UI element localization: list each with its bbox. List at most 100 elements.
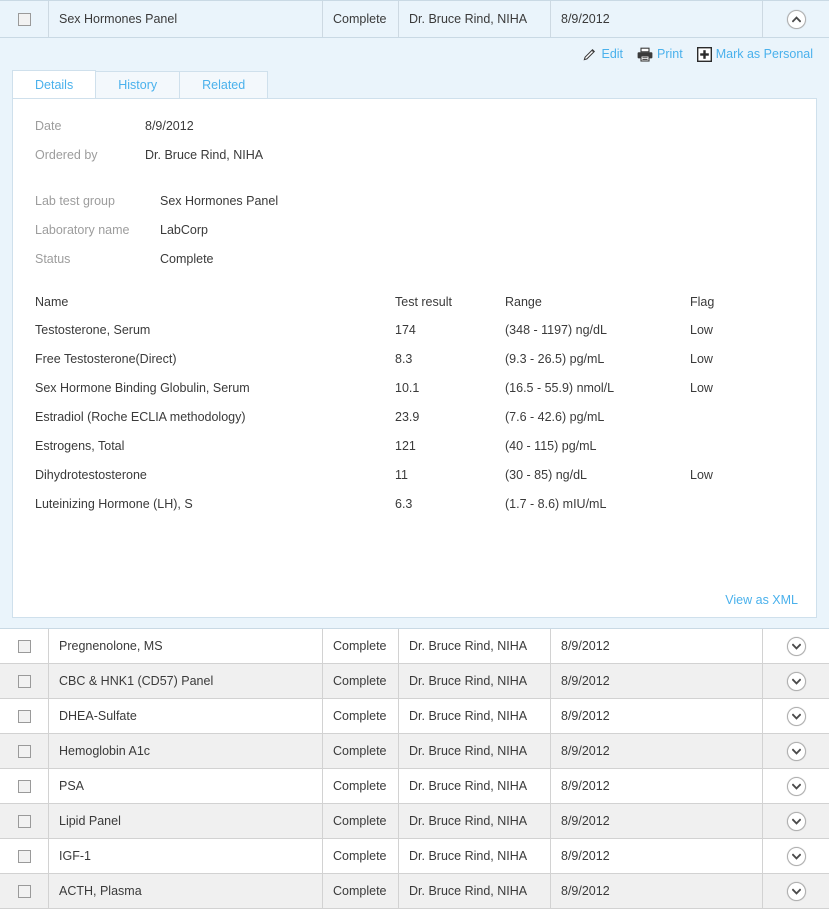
chevron-down-icon[interactable] <box>786 636 806 656</box>
table-row[interactable]: Lipid Panel Complete Dr. Bruce Rind, NIH… <box>0 804 829 839</box>
tab-history[interactable]: History <box>95 71 181 98</box>
row-checkbox-cell <box>0 874 48 908</box>
field-date-label: Date <box>35 119 62 133</box>
row-name: DHEA-Sulfate <box>48 699 322 733</box>
row-checkbox[interactable] <box>17 674 31 688</box>
lab-detail-area: Edit Print Mark as Personal Details Hist… <box>0 38 829 629</box>
field-status-value: Complete <box>160 252 214 266</box>
field-lab-test-group: Lab test group Sex Hormones Panel <box>35 194 798 223</box>
row-checkbox[interactable] <box>17 744 31 758</box>
row-doctor: Dr. Bruce Rind, NIHA <box>398 734 550 768</box>
field-ordered-by-label: Ordered by <box>35 148 98 162</box>
row-name: PSA <box>48 769 322 803</box>
row-status: Complete <box>322 1 398 37</box>
field-date: Date 8/9/2012 <box>35 119 798 148</box>
row-date: 8/9/2012 <box>550 804 762 838</box>
row-checkbox-cell <box>0 804 48 838</box>
chevron-down-icon[interactable] <box>786 671 806 691</box>
table-row: Luteinizing Hormone (LH), S 6.3 (1.7 - 8… <box>35 497 798 526</box>
result-range: (348 - 1197) ng/dL <box>505 323 607 337</box>
field-spacer <box>35 177 798 194</box>
result-range: (7.6 - 42.6) pg/mL <box>505 410 605 424</box>
detail-action-bar: Edit Print Mark as Personal <box>0 38 829 70</box>
row-checkbox-cell <box>0 734 48 768</box>
row-name: IGF-1 <box>48 839 322 873</box>
table-row[interactable]: ACTH, Plasma Complete Dr. Bruce Rind, NI… <box>0 874 829 909</box>
row-name: CBC & HNK1 (CD57) Panel <box>48 664 322 698</box>
row-checkbox[interactable] <box>17 709 31 723</box>
row-expand-toggle[interactable] <box>762 734 829 768</box>
row-date: 8/9/2012 <box>550 699 762 733</box>
row-name: Sex Hormones Panel <box>48 1 322 37</box>
result-value: 8.3 <box>395 352 413 366</box>
print-button[interactable]: Print <box>637 47 683 62</box>
row-status: Complete <box>322 874 398 908</box>
results-header-range: Range <box>505 295 542 309</box>
lab-row-expanded[interactable]: Sex Hormones Panel Complete Dr. Bruce Ri… <box>0 0 829 38</box>
row-checkbox[interactable] <box>17 779 31 793</box>
plus-box-icon <box>696 46 712 62</box>
edit-label: Edit <box>601 47 624 61</box>
table-row[interactable]: CBC & HNK1 (CD57) Panel Complete Dr. Bru… <box>0 664 829 699</box>
field-lab-test-group-label: Lab test group <box>35 194 115 208</box>
table-row[interactable]: Hemoglobin A1c Complete Dr. Bruce Rind, … <box>0 734 829 769</box>
row-date: 8/9/2012 <box>550 734 762 768</box>
chevron-down-icon[interactable] <box>786 881 806 901</box>
mark-as-personal-button[interactable]: Mark as Personal <box>696 46 813 62</box>
row-checkbox[interactable] <box>17 849 31 863</box>
tab-related[interactable]: Related <box>179 71 269 98</box>
chevron-down-icon[interactable] <box>786 741 806 761</box>
result-range: (16.5 - 55.9) nmol/L <box>505 381 615 395</box>
chevron-down-icon[interactable] <box>786 811 806 831</box>
row-expand-toggle[interactable] <box>762 874 829 908</box>
result-name: Testosterone, Serum <box>35 323 151 337</box>
field-laboratory-name-label: Laboratory name <box>35 223 130 237</box>
results-header-name: Name <box>35 295 69 309</box>
row-status: Complete <box>322 734 398 768</box>
table-row[interactable]: IGF-1 Complete Dr. Bruce Rind, NIHA 8/9/… <box>0 839 829 874</box>
view-as-xml-link[interactable]: View as XML <box>725 593 798 607</box>
row-expand-toggle[interactable] <box>762 804 829 838</box>
table-row[interactable]: Pregnenolone, MS Complete Dr. Bruce Rind… <box>0 629 829 664</box>
table-row[interactable]: DHEA-Sulfate Complete Dr. Bruce Rind, NI… <box>0 699 829 734</box>
chevron-down-icon[interactable] <box>786 706 806 726</box>
row-expand-toggle[interactable] <box>762 769 829 803</box>
row-status: Complete <box>322 664 398 698</box>
row-doctor: Dr. Bruce Rind, NIHA <box>398 629 550 663</box>
detail-tabs: Details History Related <box>0 70 829 98</box>
tab-details[interactable]: Details <box>12 70 97 98</box>
edit-button[interactable]: Edit <box>582 47 623 62</box>
table-row: Free Testosterone(Direct) 8.3 (9.3 - 26.… <box>35 352 798 381</box>
row-status: Complete <box>322 839 398 873</box>
field-date-value: 8/9/2012 <box>145 119 194 133</box>
row-name: ACTH, Plasma <box>48 874 322 908</box>
row-checkbox[interactable] <box>17 639 31 653</box>
table-row[interactable]: PSA Complete Dr. Bruce Rind, NIHA 8/9/20… <box>0 769 829 804</box>
row-expand-toggle[interactable] <box>762 664 829 698</box>
row-doctor: Dr. Bruce Rind, NIHA <box>398 769 550 803</box>
row-date: 8/9/2012 <box>550 839 762 873</box>
print-label: Print <box>657 47 683 61</box>
field-status-label: Status <box>35 252 71 266</box>
pencil-icon <box>582 47 597 62</box>
row-collapse-toggle[interactable] <box>762 1 829 37</box>
table-row: Sex Hormone Binding Globulin, Serum 10.1… <box>35 381 798 410</box>
row-checkbox[interactable] <box>17 814 31 828</box>
row-expand-toggle[interactable] <box>762 699 829 733</box>
result-value: 23.9 <box>395 410 420 424</box>
row-checkbox[interactable] <box>17 884 31 898</box>
chevron-down-icon[interactable] <box>786 776 806 796</box>
row-checkbox[interactable] <box>17 12 31 26</box>
row-expand-toggle[interactable] <box>762 839 829 873</box>
row-date: 8/9/2012 <box>550 1 762 37</box>
results-header-row: Name Test result Range Flag <box>35 295 798 323</box>
field-lab-test-group-value: Sex Hormones Panel <box>160 194 279 208</box>
chevron-up-icon[interactable] <box>786 9 806 29</box>
row-expand-toggle[interactable] <box>762 629 829 663</box>
result-value: 6.3 <box>395 497 413 511</box>
row-status: Complete <box>322 699 398 733</box>
result-name: Estradiol (Roche ECLIA methodology) <box>35 410 246 424</box>
result-flag <box>690 439 798 468</box>
field-status: Status Complete <box>35 252 798 281</box>
chevron-down-icon[interactable] <box>786 846 806 866</box>
